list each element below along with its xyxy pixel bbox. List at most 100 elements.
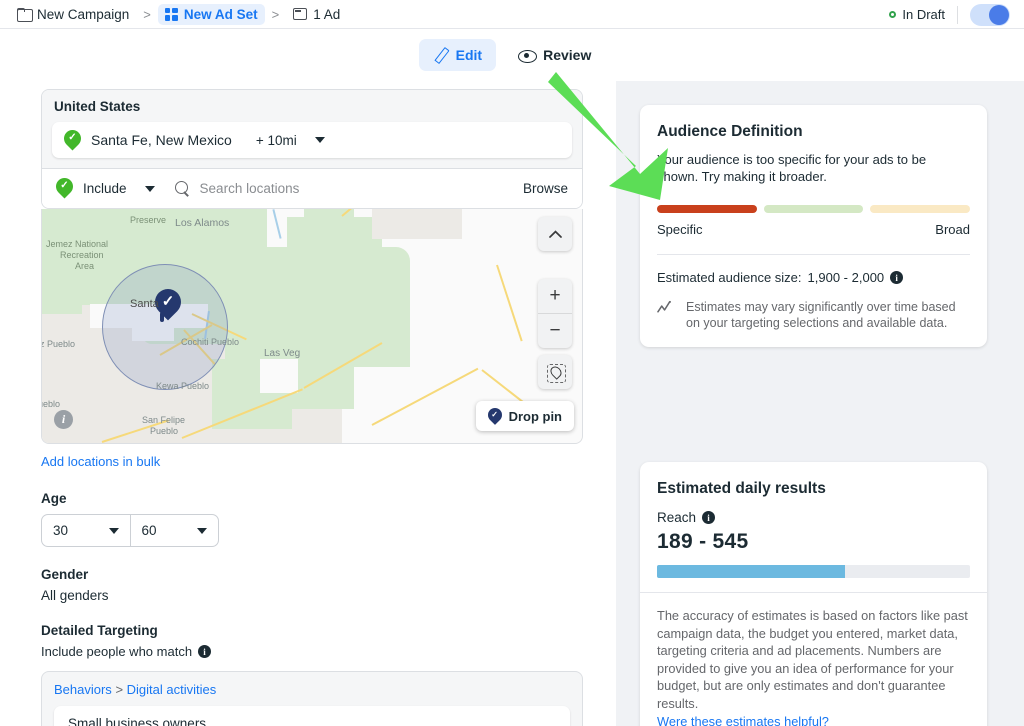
estimated-daily-results-card: Estimated daily results Reach i 189 - 54… [640, 462, 987, 726]
detailed-targeting-sublabel: Include people who match i [41, 644, 583, 659]
app-root: New Campaign > New Ad Set > 1 Ad In Draf… [0, 0, 1024, 726]
age-range-control: 30 60 [41, 514, 219, 547]
location-chip-wrap: Santa Fe, New Mexico + 10mi [42, 122, 582, 168]
chevron-up-icon [548, 229, 562, 238]
audience-definition-card: Audience Definition Your audience is too… [640, 105, 987, 347]
info-icon[interactable]: i [198, 645, 212, 658]
top-right-controls: In Draft [889, 0, 1010, 29]
tab-edit[interactable]: Edit [418, 39, 497, 71]
audience-definition-title: Audience Definition [657, 123, 803, 140]
detailed-targeting-label: Detailed Targeting [41, 623, 158, 638]
include-dropdown-label[interactable]: Include [83, 181, 127, 196]
breadcrumb: New Campaign > New Ad Set > 1 Ad [0, 3, 347, 25]
locations-box: United States Santa Fe, New Mexico + 10m… [41, 89, 583, 209]
reach-progress-fill [657, 565, 845, 578]
location-search-input[interactable]: Search locations [200, 181, 300, 196]
include-chevron-down-icon[interactable] [144, 185, 155, 192]
map-collapse-button[interactable] [538, 217, 572, 251]
tab-edit-label: Edit [455, 47, 483, 63]
meter-segment-middle [763, 205, 864, 213]
browse-button[interactable]: Browse [523, 181, 568, 196]
location-radius: + 10mi [255, 132, 297, 148]
main-content: United States Santa Fe, New Mexico + 10m… [0, 81, 1024, 726]
targeting-search-input[interactable]: Small business owners [54, 706, 570, 726]
status-badge: In Draft [889, 7, 945, 22]
toggle-knob [989, 4, 1009, 25]
breadcrumb-campaign-label: New Campaign [37, 6, 130, 22]
targeting-breadcrumb-parent[interactable]: Behaviors [54, 682, 112, 697]
chevron-down-icon [108, 527, 119, 534]
reach-progress-bar [657, 565, 970, 578]
audience-estimate-note: Estimates may vary significantly over ti… [657, 299, 970, 331]
add-locations-bulk-link[interactable]: Add locations in bulk [41, 454, 160, 469]
estimated-results-disclaimer: The accuracy of estimates is based on fa… [640, 593, 987, 726]
publish-toggle[interactable] [970, 3, 1010, 26]
estimated-results-top: Estimated daily results Reach i 189 - 54… [640, 462, 987, 592]
drop-pin-icon [488, 408, 502, 425]
tab-review[interactable]: Review [504, 39, 605, 71]
edit-review-tabs: Edit Review [0, 29, 1024, 81]
info-icon[interactable]: i [702, 511, 716, 524]
meter-label-specific: Specific [657, 222, 703, 237]
map-zoom-in-button[interactable]: + [538, 279, 572, 313]
detailed-targeting-box: Behaviors > Digital activities Small bus… [41, 671, 583, 726]
trend-chart-icon [657, 300, 671, 313]
grid-icon [164, 7, 178, 21]
age-min-value: 30 [53, 523, 69, 538]
location-name: Santa Fe, New Mexico [91, 132, 232, 148]
locations-country-header: United States [42, 90, 582, 122]
estimated-audience-size-label: Estimated audience size: [657, 270, 802, 285]
folder-icon [17, 8, 33, 22]
reach-label: Reach [657, 510, 697, 525]
estimated-audience-size-value: 1,900 - 2,000 [807, 270, 885, 285]
chevron-down-icon[interactable] [314, 137, 325, 143]
meter-scale-labels: Specific Broad [657, 222, 970, 237]
breadcrumb-item-campaign[interactable]: New Campaign [10, 4, 136, 25]
breadcrumb-item-ad[interactable]: 1 Ad [286, 4, 347, 25]
divider [657, 254, 970, 255]
age-max-select[interactable]: 60 [129, 515, 219, 546]
top-breadcrumb-bar: New Campaign > New Ad Set > 1 Ad In Draf… [0, 0, 1024, 29]
meter-segment-specific [657, 205, 757, 213]
radius-circle [102, 264, 228, 390]
estimated-audience-size: Estimated audience size: 1,900 - 2,000 i [657, 270, 970, 285]
chevron-down-icon [197, 527, 207, 534]
location-map[interactable]: Preserve Los Alamos Jemez National Recre… [41, 209, 583, 444]
map-zoom-out-button[interactable]: − [538, 314, 572, 348]
targeting-breadcrumb-child[interactable]: Digital activities [127, 682, 217, 697]
age-min-select[interactable]: 30 [42, 515, 130, 546]
estimates-feedback-link[interactable]: Were these estimates helpful? [657, 714, 829, 726]
estimates-rail: Audience Definition Your audience is too… [616, 81, 1024, 726]
drop-pin-button[interactable]: Drop pin [475, 401, 574, 431]
gender-label: Gender [41, 567, 89, 582]
map-green-5 [192, 209, 262, 234]
left-gutter [0, 81, 8, 726]
drop-pin-label: Drop pin [508, 408, 562, 424]
targeting-breadcrumb: Behaviors > Digital activities [54, 682, 570, 697]
reach-label-row: Reach i [657, 510, 970, 525]
gender-value[interactable]: All genders [41, 588, 583, 603]
map-white-3 [260, 359, 298, 393]
audience-estimate-note-text: Estimates may vary significantly over ti… [686, 300, 956, 330]
status-label: In Draft [902, 7, 945, 22]
location-chip[interactable]: Santa Fe, New Mexico + 10mi [52, 122, 572, 158]
map-grey-4 [372, 209, 462, 239]
breadcrumb-separator-1: > [143, 6, 151, 22]
location-search-row: Include Search locations Browse [42, 168, 582, 208]
search-icon [174, 181, 190, 196]
selected-location-pin-icon[interactable] [155, 289, 181, 322]
targeting-breadcrumb-separator: > [115, 682, 124, 697]
map-green-6 [225, 329, 255, 361]
reach-value: 189 - 545 [657, 530, 749, 553]
pencil-icon [433, 48, 448, 63]
divider [957, 5, 958, 24]
location-pin-icon [64, 130, 81, 151]
map-info-button[interactable]: i [54, 410, 73, 429]
targeting-form: Add locations in bulk Age 30 60 Gender A… [8, 444, 616, 659]
breadcrumb-item-adset[interactable]: New Ad Set [157, 3, 265, 25]
age-label: Age [41, 491, 67, 506]
map-locate-button[interactable] [538, 355, 572, 389]
detailed-targeting-sublabel-text: Include people who match [41, 644, 193, 659]
info-icon[interactable]: i [890, 271, 904, 284]
locate-icon [546, 363, 566, 383]
